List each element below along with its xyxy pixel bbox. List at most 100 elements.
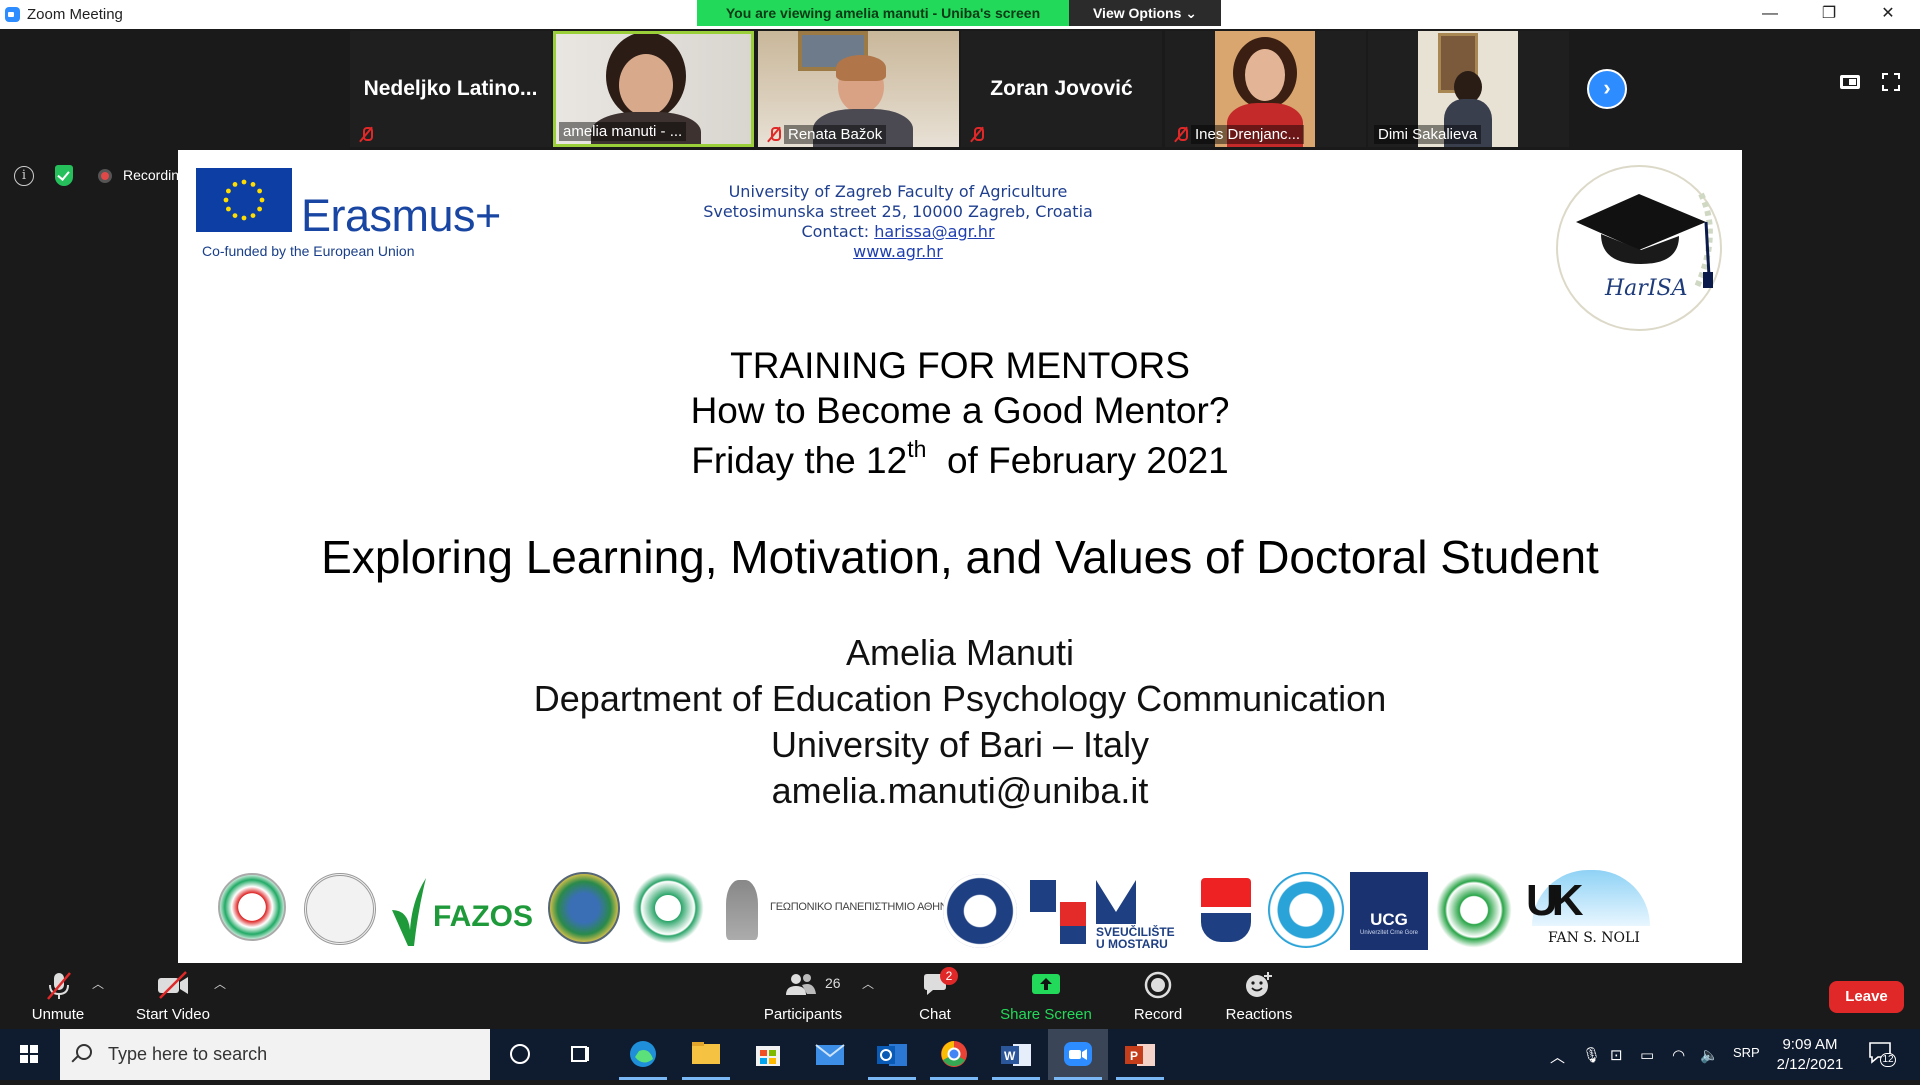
taskbar-app-chrome[interactable] [924, 1029, 984, 1080]
slide-email: amelia.manuti@uniba.it [771, 770, 1149, 811]
outlook-icon [877, 1044, 907, 1066]
muted-mic-icon [358, 126, 374, 142]
unmute-button[interactable]: Unmute [20, 963, 96, 1029]
fullscreen-icon[interactable] [1882, 73, 1900, 91]
file-explorer-icon [692, 1042, 720, 1064]
window-title-bar: Zoom Meeting You are viewing amelia manu… [0, 0, 1920, 29]
powerpoint-icon: P [1125, 1044, 1155, 1066]
taskbar-app-zoom[interactable] [1048, 1029, 1108, 1080]
restore-button[interactable]: ❐ [1806, 2, 1852, 26]
reactions-icon [1246, 972, 1272, 997]
cofunded-text: Co-funded by the European Union [202, 243, 415, 259]
fan-noli-text: FAN S. NOLI [1548, 930, 1640, 946]
zoom-icon [1064, 1042, 1092, 1066]
volume-tray-icon[interactable]: 🔈 [1700, 1046, 1719, 1064]
slide-department: Department of Education Psychology Commu… [533, 678, 1387, 719]
participant-label: Renata Bažok [784, 125, 887, 144]
minimize-button[interactable]: — [1747, 2, 1793, 26]
clock-time: 9:09 AM [1782, 1036, 1838, 1053]
chat-unread-badge: 2 [940, 967, 958, 985]
slide-heading-subtitle: How to Become a Good Mentor? [690, 390, 1230, 431]
leave-meeting-button[interactable]: Leave [1829, 981, 1904, 1013]
taskbar-app-mail[interactable] [800, 1029, 860, 1080]
start-video-button[interactable]: Start Video [128, 963, 218, 1029]
participant-tile[interactable]: Nedeljko Latino... [350, 31, 551, 147]
windows-start-button[interactable] [0, 1029, 58, 1080]
participant-tile[interactable]: Ines Drenjanc... [1165, 31, 1366, 147]
taskbar-app-store[interactable] [738, 1029, 798, 1080]
partner-seal-logo [548, 872, 620, 944]
partner-seal-logo [632, 872, 704, 944]
recording-label: Recordin [123, 167, 180, 183]
network-tray-icon[interactable]: ⊡ [1610, 1046, 1623, 1064]
shared-screen-slide: Erasmus+ Co-funded by the European Union… [178, 150, 1742, 963]
security-shield-icon[interactable] [55, 165, 73, 186]
contact-prefix: Contact: [801, 222, 875, 241]
muted-mic-icon [766, 126, 782, 142]
partner-logos: FAZOS ΓΕΩΠΟΝΙΚΟ ΠΑΝΕΠΙΣΤΗΜΙΟ ΑΘΗΝΩΝ SVEU… [178, 850, 1742, 963]
record-button[interactable]: Record [1120, 963, 1196, 1029]
participant-tile[interactable]: Zoran Jovović [961, 31, 1162, 147]
task-view-icon [571, 1046, 589, 1062]
participant-tile-active-speaker[interactable]: amelia manuti - ... [553, 31, 754, 147]
participant-tile[interactable]: Renata Bažok [758, 31, 959, 147]
contact-email-link[interactable]: harissa@agr.hr [874, 222, 994, 241]
wifi-tray-icon[interactable]: ◠ [1672, 1046, 1685, 1064]
next-page-arrow-button[interactable]: › [1587, 69, 1627, 109]
slide-university: University of Bari – Italy [770, 724, 1150, 765]
battery-tray-icon[interactable]: ▭ [1640, 1046, 1654, 1064]
athens-logo-text: ΓΕΩΠΟΝΙΚΟ ΠΑΝΕΠΙΣΤΗΜΙΟ ΑΘΗΝΩΝ [770, 901, 963, 913]
view-options-button[interactable]: View Options ⌄ [1069, 0, 1221, 26]
fazos-leaf-logo [388, 870, 428, 946]
ucg-logo: UCG Univerzitet Crne Gore [1350, 872, 1428, 950]
partner-seal-logo [304, 873, 376, 945]
input-language-indicator[interactable]: SRP [1733, 1045, 1760, 1060]
window-title: Zoom Meeting [27, 6, 123, 23]
notifications-button[interactable]: 12 [1868, 1041, 1896, 1067]
muted-mic-icon [969, 126, 985, 142]
participant-label: Ines Drenjanc... [1191, 125, 1305, 144]
close-button[interactable]: ✕ [1865, 2, 1911, 26]
participant-tile[interactable]: Dimi Sakalieva [1368, 31, 1569, 147]
partner-seal-logo [1268, 872, 1344, 948]
edge-browser-icon [630, 1041, 656, 1067]
cortana-icon [510, 1044, 530, 1064]
participants-options-caret[interactable]: ︿ [862, 975, 874, 992]
contact-line-1: University of Zagreb Faculty of Agricult… [728, 182, 1068, 201]
athens-figure-logo [726, 880, 758, 940]
show-hidden-icons-chevron[interactable]: ︿ [1550, 1046, 1565, 1067]
svg-text:P: P [1130, 1049, 1138, 1063]
website-link[interactable]: www.agr.hr [853, 242, 943, 261]
slide-main-title: Exploring Learning, Motivation, and Valu… [321, 531, 1599, 583]
erasmus-logo-text: Erasmus+ [301, 190, 501, 241]
taskbar-app-outlook[interactable] [862, 1029, 922, 1080]
microphone-tray-icon[interactable]: 🎙 [1582, 1046, 1601, 1064]
ucg-logo-text: UCG [1370, 910, 1408, 929]
partner-seal-logo [1436, 872, 1512, 948]
taskbar-clock[interactable]: 9:09 AM 2/12/2021 [1770, 1035, 1850, 1075]
taskbar-search-box[interactable]: Type here to search [60, 1029, 490, 1080]
info-icon[interactable]: i [14, 166, 34, 186]
taskbar-app-edge[interactable] [613, 1029, 673, 1080]
zoom-app-icon [5, 7, 20, 22]
participants-button[interactable]: 26 Participants [755, 963, 851, 1029]
eu-flag-icon [196, 168, 292, 232]
taskbar-app-word[interactable]: W [986, 1029, 1046, 1080]
search-icon [76, 1044, 92, 1060]
participants-count: 26 [825, 975, 841, 991]
chat-button[interactable]: 2 Chat [900, 963, 970, 1029]
slide-author: Amelia Manuti [845, 632, 1075, 673]
taskbar-app-explorer[interactable] [676, 1029, 736, 1080]
taskbar-app-powerpoint[interactable]: P [1110, 1029, 1170, 1080]
fan-noli-logo: UK FAN S. NOLI [1522, 868, 1652, 952]
audio-options-caret[interactable]: ︿ [92, 975, 104, 992]
reactions-button[interactable]: Reactions [1218, 963, 1300, 1029]
task-view-button[interactable] [550, 1029, 610, 1080]
video-options-caret[interactable]: ︿ [214, 975, 226, 992]
speaker-view-icon[interactable] [1840, 75, 1860, 89]
record-icon [1144, 971, 1172, 999]
task-view-button[interactable] [490, 1029, 550, 1080]
share-screen-button[interactable]: Share Screen [996, 963, 1096, 1029]
notification-count-badge: 12 [1880, 1053, 1896, 1067]
clock-date: 2/12/2021 [1776, 1056, 1844, 1073]
